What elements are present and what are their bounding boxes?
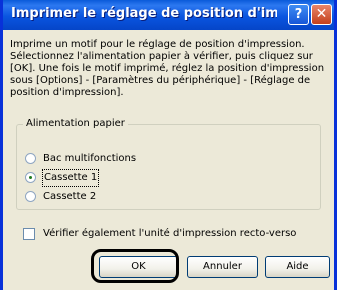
duplex-check-label: Vérifier également l'unité d'impression … bbox=[43, 228, 297, 239]
help-button[interactable]: Aide bbox=[265, 256, 330, 278]
radio-label: Cassette 2 bbox=[43, 191, 97, 202]
radio-selected-dot bbox=[29, 176, 32, 179]
question-icon: ? bbox=[294, 7, 303, 22]
dialog-title: Imprimer le réglage de position d'impres… bbox=[11, 6, 277, 21]
help-title-button[interactable]: ? bbox=[288, 4, 309, 25]
close-icon: ✕ bbox=[315, 6, 328, 22]
radio-button[interactable] bbox=[25, 191, 36, 202]
paper-source-label: Alimentation papier bbox=[23, 117, 128, 131]
title-bar[interactable]: Imprimer le réglage de position d'impres… bbox=[3, 0, 334, 30]
ok-button[interactable]: OK bbox=[99, 256, 178, 278]
radio-button[interactable] bbox=[25, 172, 36, 183]
dialog-window: Imprimer le réglage de position d'impres… bbox=[0, 0, 337, 290]
cancel-button[interactable]: Annuler bbox=[187, 256, 258, 278]
radio-label: Bac multifonctions bbox=[43, 153, 137, 164]
duplex-checkbox[interactable] bbox=[23, 228, 35, 240]
radio-button[interactable] bbox=[25, 153, 36, 164]
instructions-text: Imprime un motif pour le réglage de posi… bbox=[10, 39, 325, 98]
close-button[interactable]: ✕ bbox=[311, 4, 332, 25]
radio-label: Cassette 1 bbox=[41, 169, 100, 187]
